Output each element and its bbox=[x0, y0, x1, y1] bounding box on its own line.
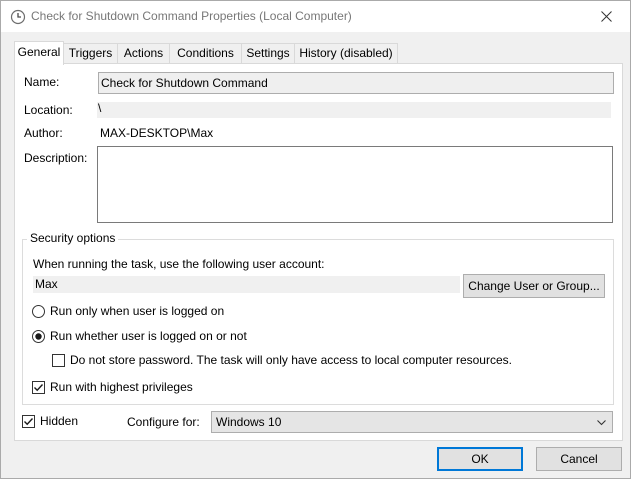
hidden-checkbox[interactable] bbox=[22, 415, 35, 428]
cancel-button[interactable]: Cancel bbox=[536, 447, 622, 471]
radio-run-whether-logged-on-label[interactable]: Run whether user is logged on or not bbox=[50, 329, 247, 343]
window-title: Check for Shutdown Command Properties (L… bbox=[31, 9, 352, 23]
radio-run-when-logged-on-label[interactable]: Run only when user is logged on bbox=[50, 304, 224, 318]
tab-general[interactable]: General bbox=[14, 41, 64, 65]
general-tab-panel: Name: Check for Shutdown Command Locatio… bbox=[14, 63, 623, 441]
tab-conditions[interactable]: Conditions bbox=[169, 43, 242, 63]
chevron-down-icon bbox=[597, 420, 606, 426]
location-value: \ bbox=[98, 101, 102, 115]
security-options-group: Security options When running the task, … bbox=[22, 231, 614, 405]
author-label: Author: bbox=[24, 126, 63, 140]
location-field[interactable]: \ bbox=[97, 101, 611, 118]
tab-triggers[interactable]: Triggers bbox=[63, 43, 118, 63]
user-account-field[interactable]: Max bbox=[33, 276, 460, 293]
security-options-title: Security options bbox=[27, 231, 119, 245]
tab-actions[interactable]: Actions bbox=[117, 43, 170, 63]
hidden-label[interactable]: Hidden bbox=[40, 414, 78, 428]
name-field[interactable]: Check for Shutdown Command bbox=[98, 72, 614, 94]
close-button[interactable] bbox=[584, 1, 630, 32]
highest-privileges-label[interactable]: Run with highest privileges bbox=[50, 380, 193, 394]
name-label: Name: bbox=[24, 75, 60, 89]
configure-for-select[interactable]: Windows 10 bbox=[211, 411, 613, 433]
properties-dialog: Check for Shutdown Command Properties (L… bbox=[0, 0, 631, 479]
do-not-store-password-checkbox[interactable] bbox=[52, 354, 65, 367]
radio-run-when-logged-on[interactable] bbox=[32, 305, 45, 318]
close-icon bbox=[601, 11, 612, 22]
location-label: Location: bbox=[24, 103, 73, 117]
tab-settings[interactable]: Settings bbox=[241, 43, 295, 63]
description-field[interactable] bbox=[97, 146, 613, 223]
account-prompt: When running the task, use the following… bbox=[33, 257, 325, 271]
task-scheduler-clock-icon bbox=[10, 9, 26, 25]
highest-privileges-checkbox[interactable] bbox=[32, 381, 45, 394]
change-user-button[interactable]: Change User or Group... bbox=[463, 274, 605, 298]
ok-button[interactable]: OK bbox=[437, 447, 523, 471]
description-label: Description: bbox=[24, 151, 88, 165]
configure-for-value: Windows 10 bbox=[216, 415, 282, 429]
do-not-store-password-label[interactable]: Do not store password. The task will onl… bbox=[70, 353, 512, 367]
author-value: MAX-DESKTOP\Max bbox=[100, 126, 214, 140]
title-bar[interactable]: Check for Shutdown Command Properties (L… bbox=[1, 1, 630, 32]
tab-history[interactable]: History (disabled) bbox=[294, 43, 398, 63]
radio-run-whether-logged-on[interactable] bbox=[32, 330, 45, 343]
configure-for-label: Configure for: bbox=[127, 415, 200, 429]
